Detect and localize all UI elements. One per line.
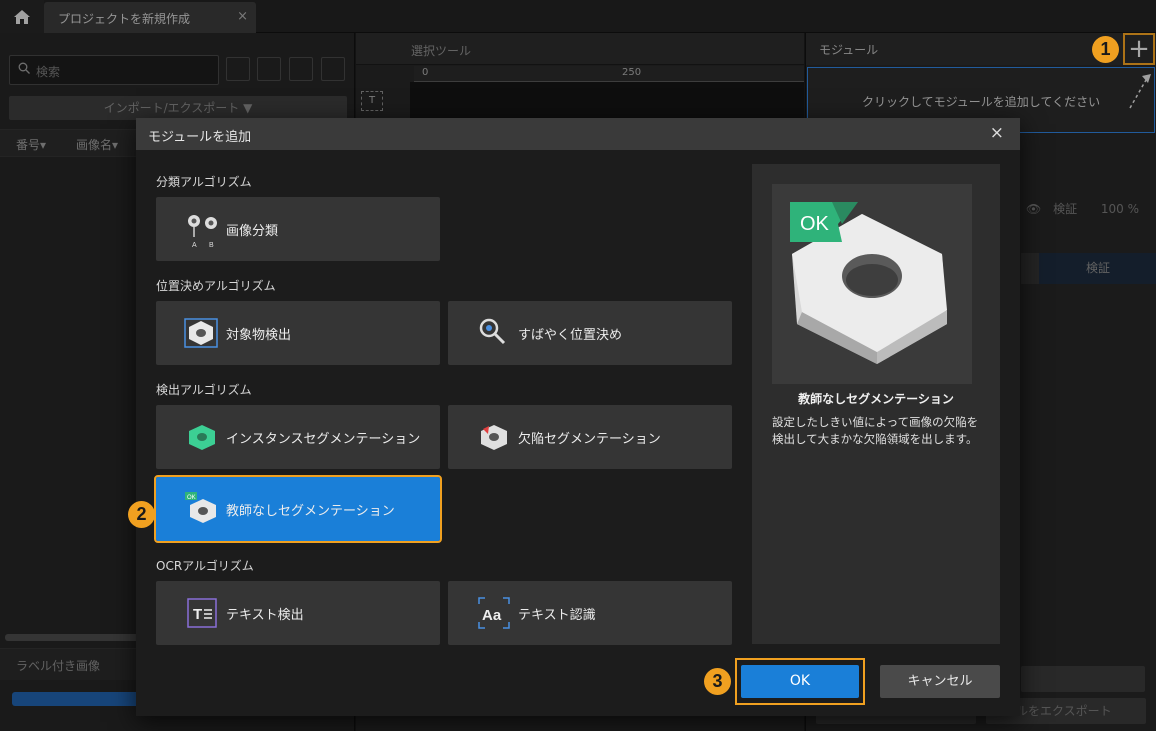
preview-title: 教師なしセグメンテーション [798, 392, 954, 406]
object-detection-icon [182, 313, 222, 353]
preview-description: 設定したしきい値によって画像の欠陥を検出して大まかな欠陥領域を出します。 [772, 415, 979, 446]
close-icon[interactable]: × [990, 123, 1004, 143]
card-object-detection[interactable]: 対象物検出 [156, 301, 440, 365]
ok-button[interactable]: OK [741, 665, 859, 698]
section-title-positioning: 位置決めアルゴリズム [156, 279, 276, 293]
preview-ok-label: OK [800, 213, 830, 235]
card-label: すばやく位置決め [518, 327, 623, 343]
svg-text:B: B [209, 242, 214, 249]
section-title-ocr: OCRアルゴリズム [156, 559, 254, 573]
svg-text:T: T [193, 606, 202, 623]
quick-positioning-icon [474, 313, 514, 353]
card-label: テキスト認識 [518, 607, 596, 623]
cancel-button[interactable]: キャンセル [880, 665, 1000, 698]
preview-panel: OK 教師なしセグメンテーション 設定したしきい値によって画像の欠陥を検出して大… [752, 164, 1000, 644]
card-label: インスタンスセグメンテーション [226, 431, 421, 447]
card-label: 欠陥セグメンテーション [518, 431, 661, 447]
card-label: テキスト検出 [226, 607, 304, 623]
unsupervised-segmentation-icon: OK [182, 489, 222, 529]
svg-text:Aa: Aa [482, 607, 502, 624]
step-badge-2: 2 [128, 501, 155, 528]
text-recognition-icon: Aa [474, 593, 514, 633]
svg-text:OK: OK [187, 495, 196, 501]
preview-image: OK [772, 184, 972, 384]
dialog-header: モジュールを追加 × [136, 118, 1020, 150]
section-title-classification: 分類アルゴリズム [156, 175, 252, 189]
card-text-detection[interactable]: T テキスト検出 [156, 581, 440, 645]
step-badge-3: 3 [704, 668, 731, 695]
image-classification-icon: A B [182, 209, 222, 249]
instance-segmentation-icon [182, 417, 222, 457]
add-module-dialog: モジュールを追加 × 分類アルゴリズム A B 画像分類 位置決めアルゴリズム … [136, 118, 1020, 716]
card-label: 画像分類 [226, 223, 279, 239]
card-image-classification[interactable]: A B 画像分類 [156, 197, 440, 261]
card-label: 教師なしセグメンテーション [226, 503, 395, 519]
step-badge-1: 1 [1092, 36, 1119, 63]
defect-segmentation-icon [474, 417, 514, 457]
card-defect-segmentation[interactable]: 欠陥セグメンテーション [448, 405, 732, 469]
card-instance-segmentation[interactable]: インスタンスセグメンテーション [156, 405, 440, 469]
section-title-detection: 検出アルゴリズム [156, 383, 252, 397]
card-unsupervised-segmentation[interactable]: OK 教師なしセグメンテーション [154, 475, 442, 543]
ok-button-highlight: OK [735, 658, 865, 705]
text-detection-icon: T [182, 593, 222, 633]
dialog-title: モジュールを追加 [148, 130, 252, 145]
card-label: 対象物検出 [226, 327, 292, 343]
card-text-recognition[interactable]: Aa テキスト認識 [448, 581, 732, 645]
svg-text:A: A [192, 242, 197, 249]
card-quick-positioning[interactable]: すばやく位置決め [448, 301, 732, 365]
